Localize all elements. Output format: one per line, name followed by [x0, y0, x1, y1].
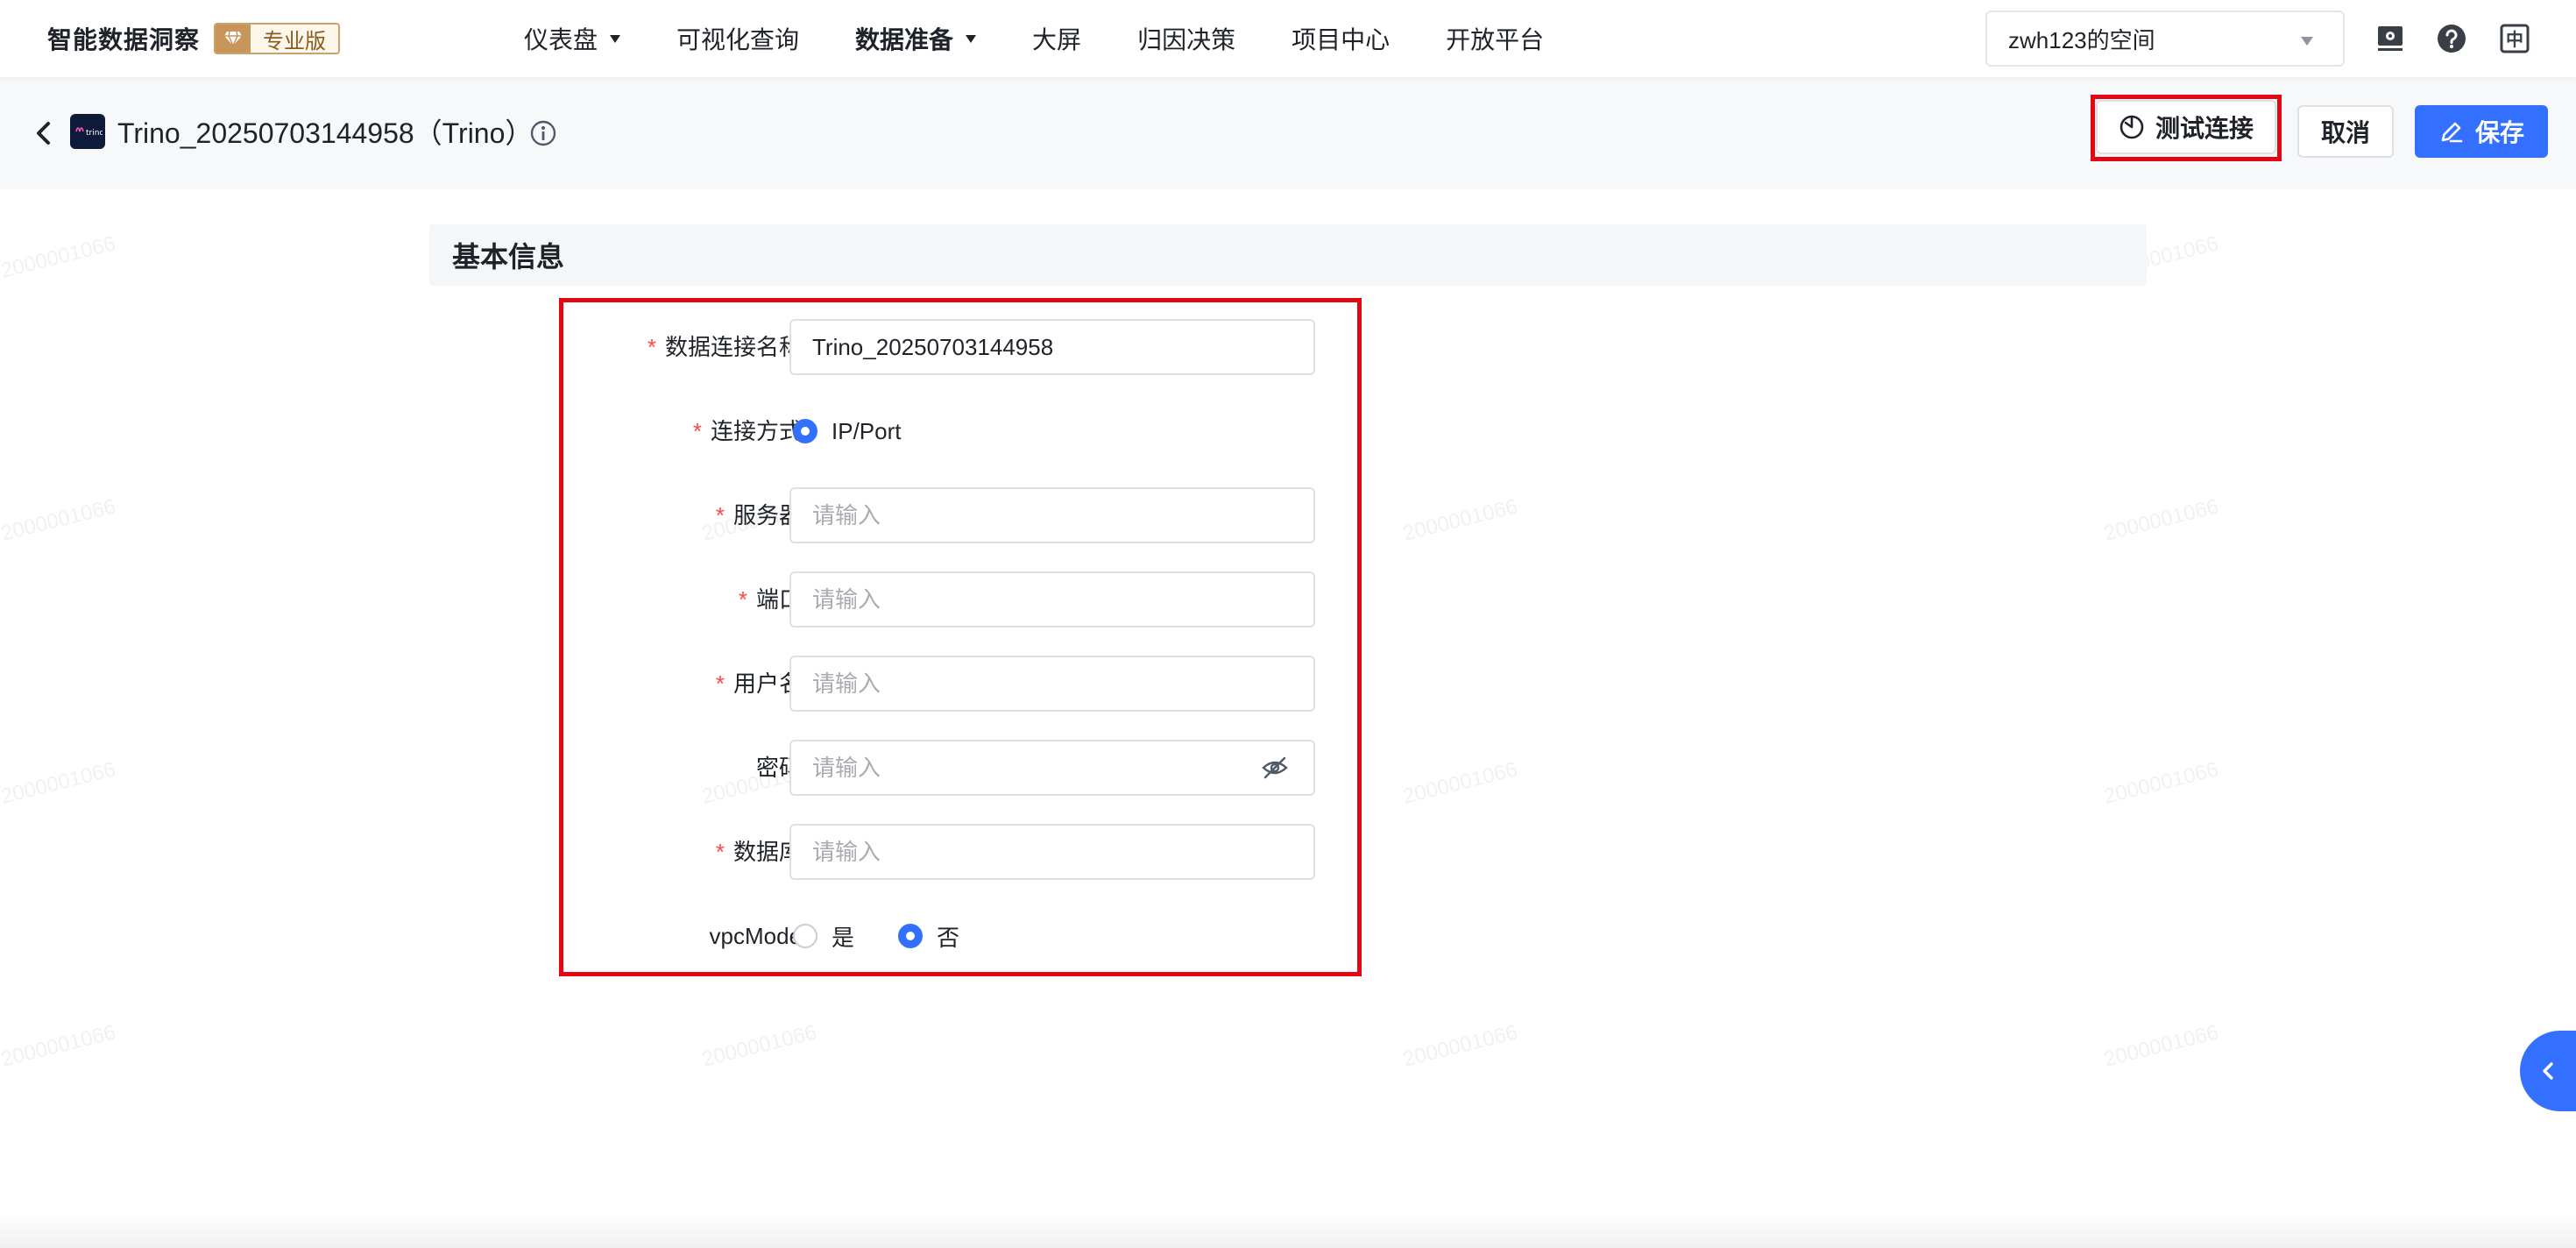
test-connection-button[interactable]: 测试连接: [2096, 100, 2276, 154]
form-row-database: * 数据库: [563, 824, 1357, 880]
language-glyph: 中: [2506, 29, 2523, 50]
password-input[interactable]: [789, 740, 1315, 796]
test-connection-label: 测试连接: [2155, 115, 2254, 142]
field-label-name: * 数据连接名称: [647, 334, 802, 360]
radio-label: 否: [937, 924, 960, 951]
nav-item-label: 开放平台: [1446, 26, 1545, 53]
watermark-text: 2000001066: [0, 757, 118, 809]
form-row-vpc-mode: vpcMode 是 否: [563, 908, 1357, 964]
radio-label: IP/Port: [832, 417, 902, 444]
save-button[interactable]: 保存: [2415, 105, 2548, 158]
nav-item-attribution[interactable]: 归因决策: [1137, 0, 1235, 77]
form-row-password: 密码: [563, 740, 1357, 796]
trino-logo-icon: trino: [70, 114, 105, 149]
nav-item-visual-query[interactable]: 可视化查询: [676, 0, 799, 77]
username-input[interactable]: [789, 656, 1315, 712]
connection-form: *数据连接名称 *连接方式 IP/Port *服务器 *端口 *用户名: [559, 298, 1362, 976]
language-icon[interactable]: 中: [2497, 21, 2532, 56]
nav-item-big-screen[interactable]: 大屏: [1032, 0, 1081, 77]
watermark-text: 2000001066: [0, 494, 118, 546]
pro-badge-label: 专业版: [263, 29, 327, 53]
watermark-text: 2000001066: [699, 1020, 819, 1072]
caret-down-icon: [610, 34, 621, 43]
watermark-text: 2000001066: [0, 1020, 118, 1072]
nav-item-label: 项目中心: [1292, 26, 1391, 53]
nav-item-label: 数据准备: [855, 26, 954, 53]
watermark-text: 2000001066: [1400, 1020, 1520, 1072]
field-label-conn-method: * 连接方式: [692, 418, 802, 444]
page-header: trino Trino_20250703144958（Trino） 测试连接 取…: [0, 77, 2576, 189]
radio-ip-port[interactable]: IP/Port: [793, 418, 901, 445]
page-title: Trino_20250703144958（Trino）: [117, 117, 534, 149]
back-button[interactable]: [26, 116, 61, 151]
watermark-text: 2000001066: [1400, 494, 1520, 546]
help-icon[interactable]: [2434, 21, 2469, 56]
database-input[interactable]: [789, 824, 1315, 880]
cancel-button[interactable]: 取消: [2297, 105, 2394, 158]
server-input[interactable]: [789, 487, 1315, 543]
watermark-text: 2000001066: [2101, 757, 2221, 809]
edit-icon: [2441, 122, 2463, 143]
form-row-username: * 用户名: [563, 656, 1357, 712]
nav-item-project-center[interactable]: 项目中心: [1292, 0, 1390, 77]
nav-item-open-platform[interactable]: 开放平台: [1446, 0, 1544, 77]
required-mark: *: [715, 839, 725, 865]
radio-vpc-yes[interactable]: 是: [793, 920, 854, 953]
diamond-icon: [216, 25, 251, 53]
radio-label: 是: [832, 924, 855, 951]
radio-checked-icon: [793, 419, 817, 443]
chevron-left-icon: [2543, 1062, 2553, 1080]
watermark-text: 2000001066: [2101, 494, 2221, 546]
eye-off-icon[interactable]: [1259, 754, 1291, 782]
monitor-icon[interactable]: [2373, 21, 2408, 56]
nav-item-data-prep[interactable]: 数据准备: [855, 0, 977, 77]
form-row-server: * 服务器: [563, 487, 1357, 543]
radio-checked-icon: [898, 924, 924, 948]
main-nav-menu: 仪表盘 可视化查询 数据准备 大屏 归因决策 项目中心 开放平台: [524, 0, 1600, 77]
required-mark: *: [647, 334, 656, 360]
nav-item-label: 仪表盘: [524, 26, 598, 53]
save-label: 保存: [2474, 119, 2524, 146]
space-select[interactable]: zwh123的空间: [1985, 11, 2345, 67]
caret-down-icon: [966, 34, 977, 43]
radio-unchecked-icon: [793, 924, 817, 948]
nav-item-label: 大屏: [1032, 26, 1082, 53]
nav-item-dashboard[interactable]: 仪表盘: [524, 0, 621, 77]
cancel-label: 取消: [2320, 119, 2370, 146]
watermark-text: 2000001066: [1400, 757, 1520, 809]
required-mark: *: [692, 418, 702, 444]
form-row-conn-method: * 连接方式 IP/Port: [563, 403, 1357, 459]
nav-item-label: 可视化查询: [676, 26, 800, 53]
field-label-vpc-mode: vpcMode: [709, 923, 803, 949]
timer-icon: [2120, 115, 2144, 139]
form-row-port: * 端口: [563, 571, 1357, 628]
brand: 智能数据洞察 专业版: [47, 19, 341, 58]
pro-badge: 专业版: [214, 23, 341, 54]
space-select-value: zwh123的空间: [2008, 26, 2155, 53]
vpc-mode-radio-group: 是 否: [793, 908, 959, 964]
conn-method-radio-group: IP/Port: [793, 403, 901, 459]
side-panel-toggle[interactable]: [2520, 1031, 2576, 1111]
required-mark: *: [715, 502, 725, 528]
port-input[interactable]: [789, 571, 1315, 628]
section-title: 基本信息: [452, 241, 565, 273]
radio-vpc-no[interactable]: 否: [898, 920, 959, 953]
required-mark: *: [738, 586, 747, 613]
section-basic-info: 基本信息: [429, 224, 2147, 286]
nav-item-label: 归因决策: [1137, 26, 1236, 53]
form-row-name: * 数据连接名称: [563, 319, 1357, 375]
connection-name-input[interactable]: [789, 319, 1315, 375]
trino-logo-text: trino: [86, 129, 103, 138]
chevron-left-icon: [37, 122, 50, 145]
top-navigation-bar: 智能数据洞察 专业版 仪表盘 可视化查询 数据准备 大屏 归因决策 项目中心 开…: [0, 0, 2576, 77]
info-icon[interactable]: [527, 117, 559, 149]
required-mark: *: [715, 670, 725, 697]
watermark-text: 2000001066: [2101, 1020, 2221, 1072]
watermark-text: 2000001066: [0, 231, 118, 283]
brand-title: 智能数据洞察: [47, 26, 201, 53]
bottom-shadow: [0, 1213, 2576, 1248]
caret-down-icon: [2301, 37, 2313, 46]
